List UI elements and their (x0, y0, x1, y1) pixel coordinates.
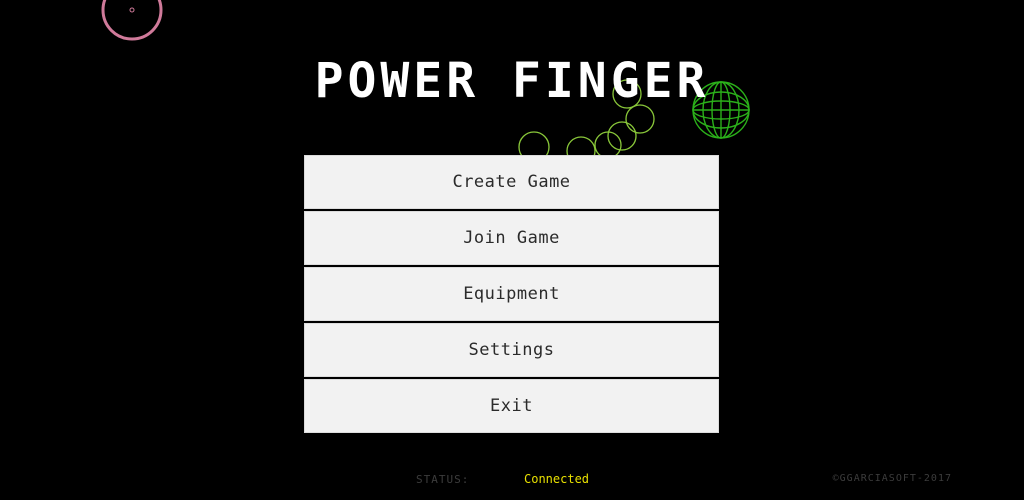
create-game-button[interactable]: Create Game (304, 155, 719, 209)
status-label: STATUS: (416, 473, 470, 486)
pink-ring-icon (101, 0, 163, 41)
copyright-text: ©GGARCIASOFT-2017 (832, 473, 952, 484)
settings-label: Settings (468, 340, 555, 360)
equipment-label: Equipment (463, 284, 560, 304)
exit-label: Exit (490, 396, 533, 416)
game-title: POWER FINGER (314, 53, 710, 109)
create-game-label: Create Game (452, 172, 571, 192)
main-menu-screen: POWER FINGER Create Game Join Game Equip… (0, 0, 1024, 500)
exit-button[interactable]: Exit (304, 379, 719, 433)
settings-button[interactable]: Settings (304, 323, 719, 377)
join-game-label: Join Game (463, 228, 560, 248)
equipment-button[interactable]: Equipment (304, 267, 719, 321)
main-menu: Create Game Join Game Equipment Settings… (304, 155, 719, 435)
status-value: Connected (524, 472, 590, 486)
join-game-button[interactable]: Join Game (304, 211, 719, 265)
